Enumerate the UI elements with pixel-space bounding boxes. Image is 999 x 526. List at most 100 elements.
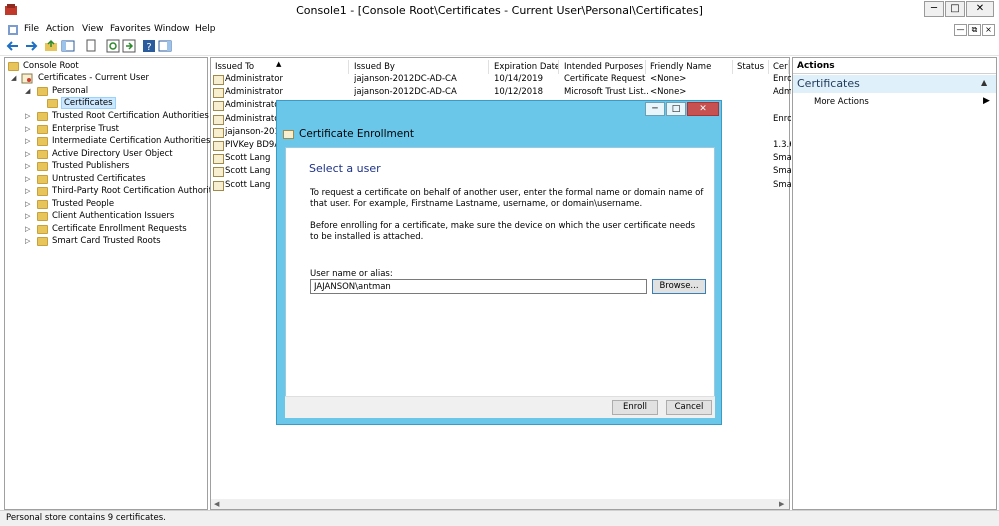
dialog-close-button[interactable]: ✕ [687,102,719,116]
menu-file[interactable]: File [24,24,39,34]
enroll-button[interactable]: Enroll [612,400,658,415]
collapsed-arrow-icon[interactable]: ▷ [25,237,33,245]
column-header-certificate-template[interactable]: Certi [769,60,789,74]
column-label: Issued To [215,62,255,72]
browse-button[interactable]: Browse... [652,279,706,294]
copy-icon[interactable] [84,39,98,53]
folder-icon [37,187,48,196]
refresh-icon[interactable] [106,39,120,53]
folder-icon [37,162,48,171]
folder-icon [37,124,48,134]
show-hide-tree-icon[interactable] [61,39,75,53]
dialog-minimize-button[interactable]: ─ [645,102,665,116]
column-header-status[interactable]: Status [733,60,769,74]
toolbar: ? [0,38,999,56]
menu-view[interactable]: View [82,24,103,34]
scroll-left-icon[interactable]: ◀ [214,500,219,508]
table-cell: Microsoft Trust List... [564,87,648,98]
forward-arrow-icon[interactable] [24,39,38,53]
more-actions-item[interactable]: More Actions [814,97,869,107]
mdi-window-icon[interactable] [8,25,18,35]
collapsed-arrow-icon[interactable]: ▷ [25,112,33,120]
tree-label: Certificate Enrollment Requests [52,223,187,234]
folder-icon [47,99,58,108]
folder-icon [37,87,48,96]
export-list-icon[interactable] [122,39,136,53]
menu-window[interactable]: Window [154,24,190,34]
tree-label: Trusted Root Certification Authorities [52,111,209,121]
menu-bar: File Action View Favorites Window Help —… [0,22,999,38]
actions-section-certificates[interactable]: Certificates ▲ [793,75,996,93]
column-header-expiration-date[interactable]: Expiration Date [490,60,559,74]
tree-label: Smart Card Trusted Roots [52,236,161,246]
tree-label: Active Directory User Object [52,148,173,159]
table-cell: Adm [773,87,791,98]
folder-icon [37,137,48,146]
column-label: Certi [773,62,788,72]
table-row[interactable]: Administrator jajanson-2012DC-AD-CA 10/12/… [213,87,791,100]
column-label: Friendly Name [650,62,712,72]
collapse-icon[interactable]: ▲ [981,78,987,87]
table-cell: 10/12/2018 [494,87,543,98]
folder-icon [37,174,48,184]
table-cell: <None> [650,74,687,84]
expanded-arrow-icon[interactable]: ◢ [11,74,19,82]
table-cell: jajanson-2012DC-AD-CA [354,87,457,98]
tree-label: Third-Party Root Certification Authoriti… [52,186,225,196]
collapsed-arrow-icon[interactable]: ▷ [25,175,33,183]
scroll-right-icon[interactable]: ▶ [779,500,784,508]
help-icon[interactable]: ? [142,39,156,53]
maximize-button[interactable]: □ [945,1,965,17]
column-header-intended-purposes[interactable]: Intended Purposes [560,60,646,74]
cancel-button[interactable]: Cancel [666,400,712,415]
dialog-maximize-button[interactable]: □ [666,102,686,116]
folder-icon [37,212,48,221]
collapsed-arrow-icon[interactable]: ▷ [25,225,33,233]
folder-icon [8,62,19,71]
close-button[interactable]: ✕ [966,1,994,17]
table-cell: <None> [650,87,687,98]
collapsed-arrow-icon[interactable]: ▷ [25,125,33,133]
collapsed-arrow-icon[interactable]: ▷ [25,150,33,158]
device-note-text: Before enrolling for a certificate, make… [310,221,696,242]
user-name-input[interactable] [310,279,647,294]
tree-label: Client Authentication Issuers [52,211,175,221]
menu-favorites[interactable]: Favorites [110,24,151,34]
horizontal-scrollbar[interactable]: ◀ ▶ [211,499,789,509]
up-folder-icon[interactable] [44,39,58,53]
certificate-icon [213,141,224,151]
table-cell: Scott Lang [225,166,271,177]
expanded-arrow-icon[interactable]: ◢ [25,87,33,95]
back-arrow-icon[interactable] [6,39,20,53]
certificate-icon [213,127,224,138]
collapsed-arrow-icon[interactable]: ▷ [25,162,33,170]
table-cell: Certificate Request ... [564,74,648,84]
column-header-issued-by[interactable]: Issued By [350,60,489,74]
table-cell: Enro [773,113,791,124]
dialog-title: Certificate Enrollment [299,128,414,140]
dialog-footer: Enroll Cancel [285,396,715,418]
sort-ascending-icon: ▲ [276,60,282,68]
table-cell: 10/14/2019 [494,74,543,84]
collapsed-arrow-icon[interactable]: ▷ [25,200,33,208]
folder-icon [37,149,48,159]
mdi-minimize-button[interactable]: — [954,24,967,36]
mdi-restore-button[interactable]: ⧉ [968,24,981,36]
certificate-icon [213,114,224,125]
certificate-store-icon [21,73,33,84]
menu-help[interactable]: Help [195,24,216,34]
menu-action[interactable]: Action [46,24,74,34]
folder-icon [37,237,48,246]
collapsed-arrow-icon[interactable]: ▷ [25,212,33,220]
column-header-friendly-name[interactable]: Friendly Name [646,60,733,74]
collapsed-arrow-icon[interactable]: ▷ [25,137,33,145]
console-tree-pane: Console Root ◢ Certificates - Current Us… [4,57,224,510]
show-action-pane-icon[interactable] [158,39,172,53]
minimize-button[interactable]: ─ [924,1,944,17]
table-row[interactable]: Administrator jajanson-2012DC-AD-CA 10/14/… [213,74,791,87]
column-header-issued-to[interactable]: Issued To ▲ [211,60,349,74]
collapsed-arrow-icon[interactable]: ▷ [25,187,33,195]
mdi-close-button[interactable]: × [982,24,995,36]
folder-icon [37,112,48,121]
certificate-icon [213,154,224,165]
